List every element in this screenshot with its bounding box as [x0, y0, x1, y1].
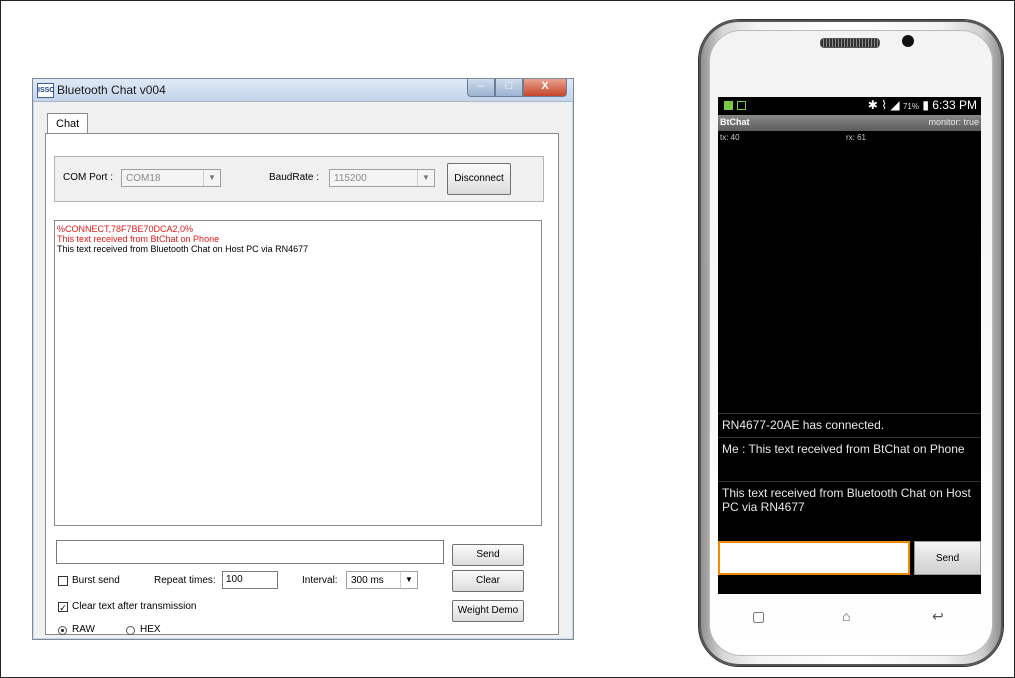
- monitor-status: monitor: true: [928, 117, 979, 127]
- baud-rate-label: BaudRate :: [269, 172, 320, 183]
- tab-chat[interactable]: Chat: [47, 113, 89, 134]
- recent-apps-icon[interactable]: ▢: [752, 608, 765, 625]
- chat-log[interactable]: %CONNECT,78F7BE70DCA2,0% This text recei…: [54, 220, 542, 526]
- baud-rate-value: 115200: [334, 173, 367, 184]
- com-port-label: COM Port :: [63, 172, 114, 183]
- message-input[interactable]: [56, 540, 444, 564]
- chevron-down-icon: ▼: [400, 572, 417, 588]
- raw-label: RAW: [72, 624, 95, 635]
- list-item: Me : This text received from BtChat on P…: [718, 437, 981, 479]
- interval-select[interactable]: 300 ms ▼: [346, 571, 418, 589]
- interval-label: Interval:: [302, 575, 338, 586]
- battery-icon: ▮: [922, 98, 929, 112]
- status-bar: ✱ ⌇ ◢ 71% ▮ 6:33 PM: [718, 97, 981, 115]
- chat-line: This text received from Bluetooth Chat o…: [57, 244, 309, 254]
- notification-icon: [724, 101, 733, 110]
- connection-group: COM Port : COM18 ▼ BaudRate : 115200 ▼ D…: [54, 156, 544, 202]
- clock: 6:33 PM: [932, 98, 977, 112]
- wifi-icon: ⌇: [881, 98, 888, 112]
- disconnect-button[interactable]: Disconnect: [447, 163, 511, 195]
- window-title: Bluetooth Chat v004: [57, 83, 166, 97]
- rx-counter: rx: 61: [846, 133, 867, 142]
- notification-icons: [724, 101, 746, 110]
- phone-send-button[interactable]: Send: [914, 541, 981, 575]
- status-right: ✱ ⌇ ◢ 71% ▮ 6:33 PM: [868, 98, 977, 112]
- title-bar[interactable]: ISSC Bluetooth Chat v004 – □ X: [33, 79, 573, 102]
- chat-line: This text received from BtChat on Phone: [57, 234, 220, 244]
- list-item: RN4677-20AE has connected.: [718, 413, 981, 436]
- burst-send-label: Burst send: [72, 575, 120, 586]
- maximize-button[interactable]: □: [495, 79, 523, 97]
- com-port-value: COM18: [126, 173, 161, 184]
- interval-value: 300 ms: [351, 575, 384, 586]
- battery-percent: 71%: [902, 102, 919, 111]
- front-camera-icon: [902, 35, 914, 47]
- phone-message-input[interactable]: [718, 541, 910, 575]
- weight-demo-button[interactable]: Weight Demo: [452, 600, 524, 622]
- signal-icon: ◢: [890, 98, 900, 112]
- hex-radio[interactable]: [126, 626, 135, 635]
- raw-radio[interactable]: [58, 626, 67, 635]
- chat-tab-panel: COM Port : COM18 ▼ BaudRate : 115200 ▼ D…: [45, 133, 559, 635]
- burst-send-checkbox[interactable]: [58, 576, 68, 586]
- bluetooth-icon: ✱: [867, 98, 878, 112]
- chat-line: %CONNECT,78F7BE70DCA2,0%: [57, 224, 194, 234]
- hex-label: HEX: [140, 624, 161, 635]
- clear-after-checkbox[interactable]: ✓: [58, 602, 68, 613]
- image-notification-icon: [737, 101, 746, 110]
- tx-counter: tx: 40: [720, 133, 740, 142]
- send-button[interactable]: Send: [452, 544, 524, 566]
- list-item: This text received from Bluetooth Chat o…: [718, 481, 981, 523]
- title-bar-buttons: – □ X: [467, 79, 567, 97]
- phone-screen: ✱ ⌇ ◢ 71% ▮ 6:33 PM BtChat monitor: true…: [718, 97, 981, 594]
- bluetooth-chat-window: ISSC Bluetooth Chat v004 – □ X Chat COM …: [32, 78, 574, 640]
- com-port-select[interactable]: COM18 ▼: [121, 169, 221, 187]
- speaker-grille-icon: [820, 38, 880, 48]
- back-icon[interactable]: ↩: [932, 608, 944, 625]
- phone-nav-bar: ▢ ⌂ ↩: [718, 602, 981, 632]
- app-title: BtChat: [720, 117, 750, 127]
- clear-button[interactable]: Clear: [452, 570, 524, 592]
- minimize-button[interactable]: –: [467, 79, 495, 97]
- app-action-bar: BtChat monitor: true: [718, 115, 981, 131]
- app-logo-icon: ISSC: [37, 83, 54, 98]
- clear-after-label: Clear text after transmission: [72, 601, 197, 612]
- repeat-times-input[interactable]: 100: [222, 571, 278, 589]
- chevron-down-icon: ▼: [203, 170, 220, 186]
- repeat-times-label: Repeat times:: [154, 575, 216, 586]
- close-button[interactable]: X: [523, 79, 567, 97]
- baud-rate-select[interactable]: 115200 ▼: [329, 169, 435, 187]
- home-icon[interactable]: ⌂: [842, 608, 850, 624]
- smartphone: ✱ ⌇ ◢ 71% ▮ 6:33 PM BtChat monitor: true…: [699, 20, 1003, 666]
- chevron-down-icon: ▼: [417, 170, 434, 186]
